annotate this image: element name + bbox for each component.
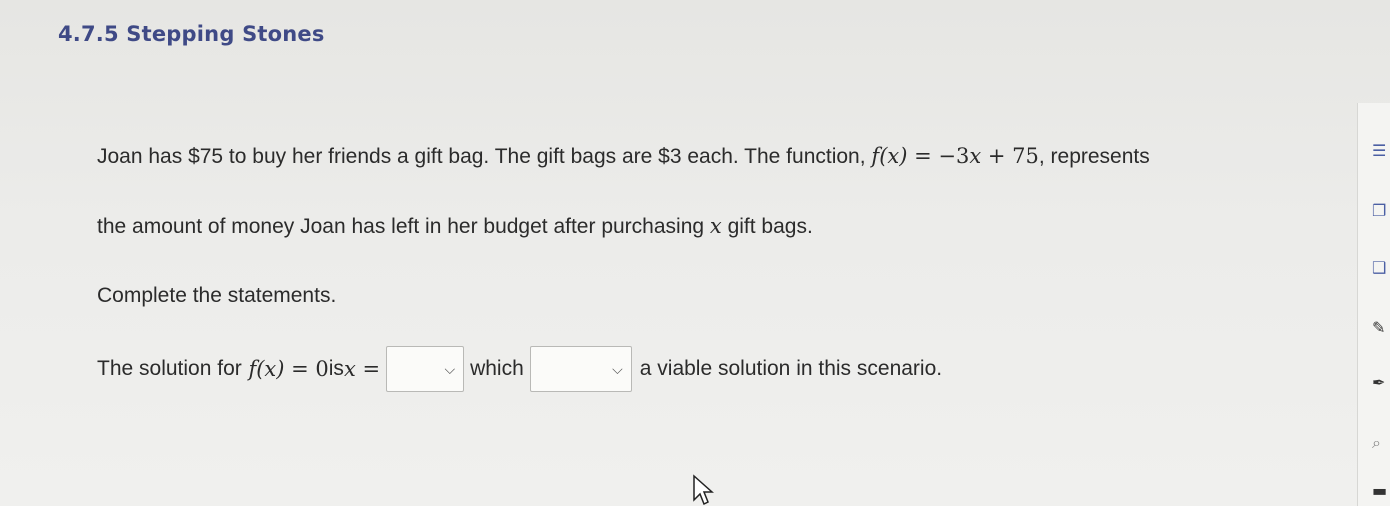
pen-icon[interactable]: ✎: [1372, 318, 1390, 337]
page-icon[interactable]: ☰: [1372, 141, 1390, 160]
problem-line-1: Joan has $75 to buy her friends a gift b…: [97, 144, 1150, 169]
tool-sidebar: ☰ ❐ ❑ ✎ ✒ ⌕ ▬: [1357, 103, 1390, 506]
chevron-down-icon: ⌵: [444, 360, 456, 377]
problem-line-2: the amount of money Joan has left in her…: [97, 214, 813, 238]
instruction: Complete the statements.: [97, 284, 337, 307]
variable-x: x: [709, 214, 722, 238]
which-label: which: [470, 357, 524, 380]
highlighter-icon[interactable]: ✒: [1372, 373, 1390, 392]
chevron-down-icon: ⌵: [612, 360, 623, 377]
note-icon[interactable]: ❑: [1372, 258, 1390, 277]
solution-expression: f(x) = 0: [248, 357, 329, 381]
zoom-icon[interactable]: ⌕: [1372, 433, 1390, 453]
answer-dropdown-2[interactable]: ⌵: [529, 346, 632, 392]
problem-text: Joan has $75 to buy her friends a gift b…: [97, 145, 866, 168]
problem-text-end: , represents: [1038, 145, 1150, 168]
page-title: 4.7.5 Stepping Stones: [58, 22, 325, 46]
minimize-icon[interactable]: ▬: [1372, 481, 1390, 500]
mouse-cursor-icon: [693, 474, 714, 506]
statement-suffix: a viable solution in this scenario.: [639, 357, 943, 380]
bookmark-icon[interactable]: ❐: [1372, 201, 1390, 220]
statement: The solution for f(x) = 0 is x = ⌵ which…: [97, 346, 942, 392]
function-expression: f(x) = −3x + 75: [871, 144, 1039, 168]
answer-dropdown-1[interactable]: ⌵: [386, 346, 465, 392]
